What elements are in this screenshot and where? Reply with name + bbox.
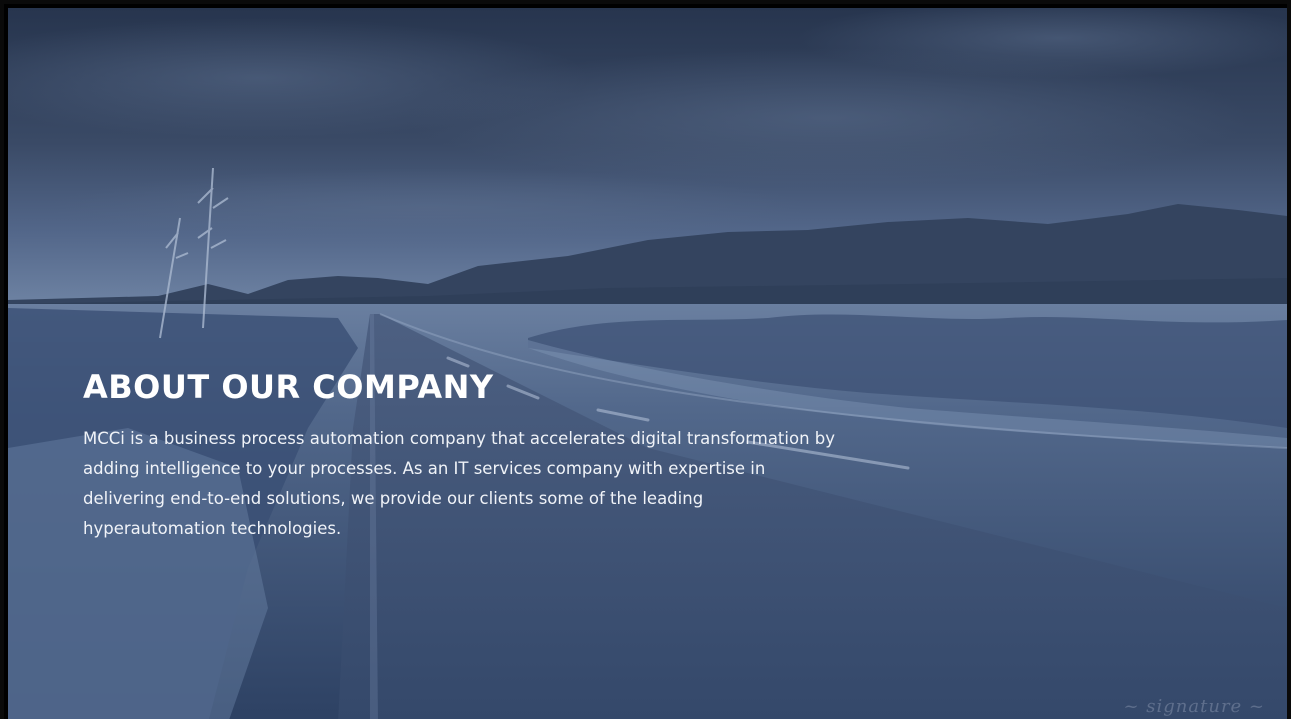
page-frame: ABOUT OUR COMPANY MCCi is a business pro… bbox=[0, 0, 1291, 719]
about-hero-section: ABOUT OUR COMPANY MCCi is a business pro… bbox=[8, 8, 1287, 719]
hero-background-image bbox=[8, 8, 1287, 719]
photographer-signature-watermark: ~ signature ~ bbox=[1123, 696, 1265, 717]
about-content: ABOUT OUR COMPANY MCCi is a business pro… bbox=[83, 368, 843, 544]
about-description: MCCi is a business process automation co… bbox=[83, 429, 836, 539]
page-title: ABOUT OUR COMPANY bbox=[83, 368, 494, 406]
